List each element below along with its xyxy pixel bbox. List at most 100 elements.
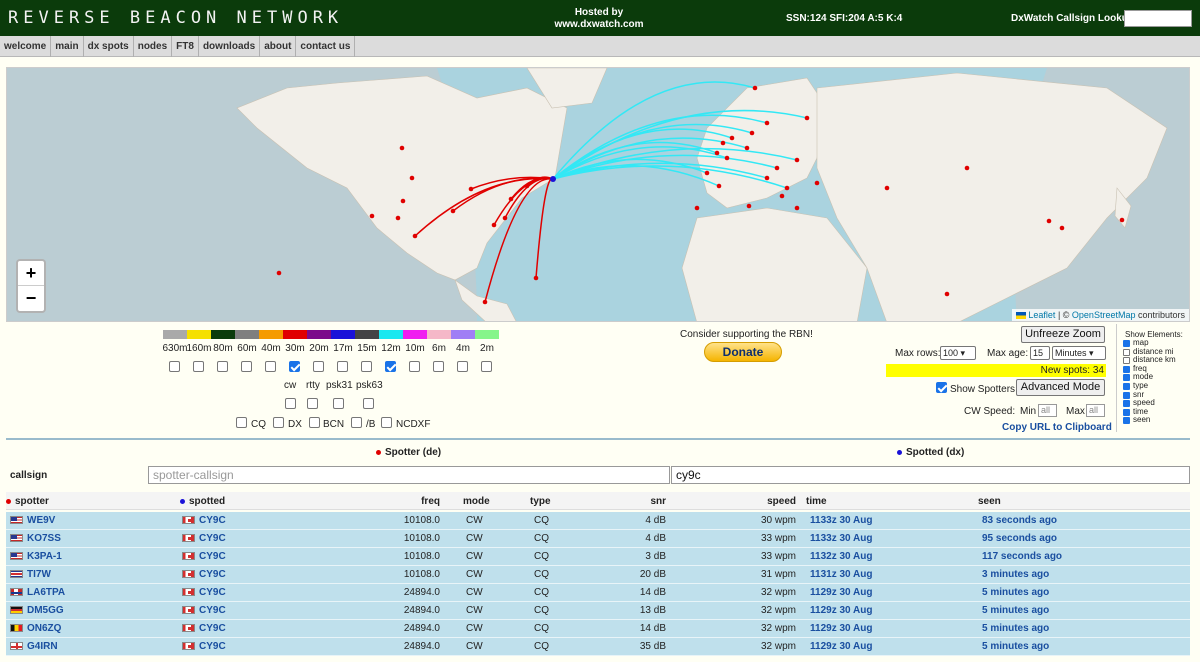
- spot-map[interactable]: + − Leaflet | © OpenStreetMap contributo…: [6, 67, 1190, 322]
- spotted-cell[interactable]: CY9C: [182, 602, 226, 619]
- type-checkbox-cq[interactable]: [236, 417, 247, 428]
- col-spotter[interactable]: spotter: [6, 496, 49, 507]
- table-row[interactable]: KO7SS CY9C 10108.0 CW CQ 4 dB 33 wpm 1133z 30 A…: [6, 530, 1190, 548]
- spotter-cell[interactable]: WE9V: [10, 512, 55, 529]
- type-checkbox-bcn[interactable]: [309, 417, 320, 428]
- table-row[interactable]: K3PA-1 CY9C 10108.0 CW CQ 3 dB 33 wpm 1132z 30 …: [6, 548, 1190, 566]
- time-cell[interactable]: 1132z 30 Aug: [810, 548, 872, 565]
- donate-button[interactable]: Donate: [704, 342, 782, 362]
- show-element-checkbox[interactable]: [1123, 357, 1130, 365]
- spotted-cell[interactable]: CY9C: [182, 566, 226, 583]
- unfreeze-zoom-button[interactable]: Unfreeze Zoom: [1021, 326, 1105, 343]
- type-checkbox-dx[interactable]: [273, 417, 284, 428]
- spotted-callsign[interactable]: CY9C: [199, 551, 226, 562]
- show-element-checkbox[interactable]: [1123, 340, 1130, 347]
- col-seen[interactable]: seen: [978, 496, 1001, 507]
- col-snr[interactable]: snr: [626, 496, 666, 507]
- band-checkbox-12[interactable]: [457, 361, 468, 372]
- show-element-checkbox[interactable]: [1123, 348, 1130, 356]
- table-row[interactable]: G4IRN CY9C 24894.0 CW CQ 35 dB 32 wpm 1129z 30 …: [6, 638, 1190, 656]
- mode-checkbox-psk31[interactable]: [333, 398, 344, 409]
- col-type[interactable]: type: [530, 496, 551, 507]
- band-checkbox-11[interactable]: [433, 361, 444, 372]
- leaflet-link[interactable]: Leaflet: [1028, 310, 1055, 320]
- nav-dx-spots[interactable]: dx spots: [84, 36, 134, 57]
- show-element-checkbox[interactable]: [1123, 365, 1130, 373]
- zoom-in-button[interactable]: +: [18, 261, 44, 286]
- type-checkbox-slash-b[interactable]: [351, 417, 362, 428]
- mode-checkbox-psk63[interactable]: [363, 398, 374, 409]
- spotter-cell[interactable]: KO7SS: [10, 530, 61, 547]
- spotted-callsign[interactable]: CY9C: [199, 641, 226, 652]
- time-cell[interactable]: 1133z 30 Aug: [810, 530, 872, 547]
- spotter-callsign[interactable]: LA6TPA: [27, 587, 65, 598]
- spotted-cell[interactable]: CY9C: [182, 584, 226, 601]
- nav-about[interactable]: about: [260, 36, 297, 57]
- col-mode[interactable]: mode: [463, 496, 490, 507]
- spotted-cell[interactable]: CY9C: [182, 638, 226, 655]
- spotter-cell[interactable]: ON6ZQ: [10, 620, 61, 637]
- show-element-checkbox[interactable]: [1123, 400, 1130, 408]
- band-checkbox-10[interactable]: [409, 361, 420, 372]
- spotter-callsign[interactable]: KO7SS: [27, 533, 61, 544]
- spotter-callsign[interactable]: WE9V: [27, 515, 55, 526]
- max-age-input[interactable]: 15: [1030, 346, 1050, 360]
- show-element-checkbox[interactable]: [1123, 417, 1130, 425]
- mode-checkbox-cw[interactable]: [285, 398, 296, 409]
- band-checkbox-5[interactable]: [289, 361, 300, 372]
- max-rows-select[interactable]: 100 ▾: [940, 346, 976, 360]
- time-cell[interactable]: 1133z 30 Aug: [810, 512, 872, 529]
- spotter-callsign[interactable]: DM5GG: [27, 605, 64, 616]
- spotter-callsign[interactable]: G4IRN: [27, 641, 58, 652]
- mode-checkbox-rtty[interactable]: [307, 398, 318, 409]
- spotted-callsign[interactable]: CY9C: [199, 587, 226, 598]
- nav-ft8[interactable]: FT8: [172, 36, 199, 57]
- show-element-checkbox[interactable]: [1123, 374, 1130, 382]
- advanced-mode-button[interactable]: Advanced Mode: [1016, 379, 1105, 396]
- spotter-cell[interactable]: DM5GG: [10, 602, 64, 619]
- spotter-cell[interactable]: G4IRN: [10, 638, 58, 655]
- spotted-cell[interactable]: CY9C: [182, 512, 226, 529]
- site-logo[interactable]: REVERSE BEACON NETWORK: [8, 8, 343, 28]
- spotted-callsign[interactable]: CY9C: [199, 623, 226, 634]
- spotted-cell[interactable]: CY9C: [182, 548, 226, 565]
- spotter-cell[interactable]: K3PA-1: [10, 548, 62, 565]
- time-cell[interactable]: 1129z 30 Aug: [810, 620, 872, 637]
- col-spotted[interactable]: spotted: [180, 496, 225, 507]
- spotted-callsign[interactable]: CY9C: [199, 605, 226, 616]
- spotted-cell[interactable]: CY9C: [182, 530, 226, 547]
- band-checkbox-8[interactable]: [361, 361, 372, 372]
- col-time[interactable]: time: [806, 496, 827, 507]
- nav-welcome[interactable]: welcome: [0, 36, 52, 57]
- nav-contact-us[interactable]: contact us: [296, 36, 356, 57]
- map-canvas[interactable]: [7, 68, 1190, 322]
- time-cell[interactable]: 1129z 30 Aug: [810, 584, 872, 601]
- show-element-seen[interactable]: seen: [1123, 416, 1198, 425]
- band-checkbox-13[interactable]: [481, 361, 492, 372]
- cw-speed-max-input[interactable]: all: [1086, 404, 1105, 417]
- spotter-callsign-input[interactable]: spotter-callsign: [148, 466, 670, 484]
- show-spotters-checkbox[interactable]: [936, 382, 947, 393]
- nav-downloads[interactable]: downloads: [199, 36, 261, 57]
- table-row[interactable]: DM5GG CY9C 24894.0 CW CQ 13 dB 32 wpm 1129z 30 …: [6, 602, 1190, 620]
- spotter-callsign[interactable]: K3PA-1: [27, 551, 62, 562]
- band-checkbox-1[interactable]: [193, 361, 204, 372]
- band-checkbox-6[interactable]: [313, 361, 324, 372]
- show-element-checkbox[interactable]: [1123, 408, 1130, 416]
- dxwatch-link[interactable]: www.dxwatch.com: [540, 19, 658, 31]
- table-row[interactable]: TI7W CY9C 10108.0 CW CQ 20 dB 31 wpm 1131z 30 A…: [6, 566, 1190, 584]
- spotter-callsign[interactable]: ON6ZQ: [27, 623, 61, 634]
- band-checkbox-2[interactable]: [217, 361, 228, 372]
- spotted-callsign[interactable]: CY9C: [199, 515, 226, 526]
- spotted-callsign[interactable]: CY9C: [199, 533, 226, 544]
- band-checkbox-0[interactable]: [169, 361, 180, 372]
- time-cell[interactable]: 1129z 30 Aug: [810, 638, 872, 655]
- band-checkbox-7[interactable]: [337, 361, 348, 372]
- max-age-unit-select[interactable]: Minutes ▾: [1052, 346, 1106, 360]
- spotter-cell[interactable]: LA6TPA: [10, 584, 65, 601]
- band-checkbox-9[interactable]: [385, 361, 396, 372]
- callsign-lookup-input[interactable]: [1124, 10, 1192, 27]
- time-cell[interactable]: 1131z 30 Aug: [810, 566, 872, 583]
- col-freq[interactable]: freq: [386, 496, 440, 507]
- table-row[interactable]: WE9V CY9C 10108.0 CW CQ 4 dB 30 wpm 1133z 30 Au…: [6, 512, 1190, 530]
